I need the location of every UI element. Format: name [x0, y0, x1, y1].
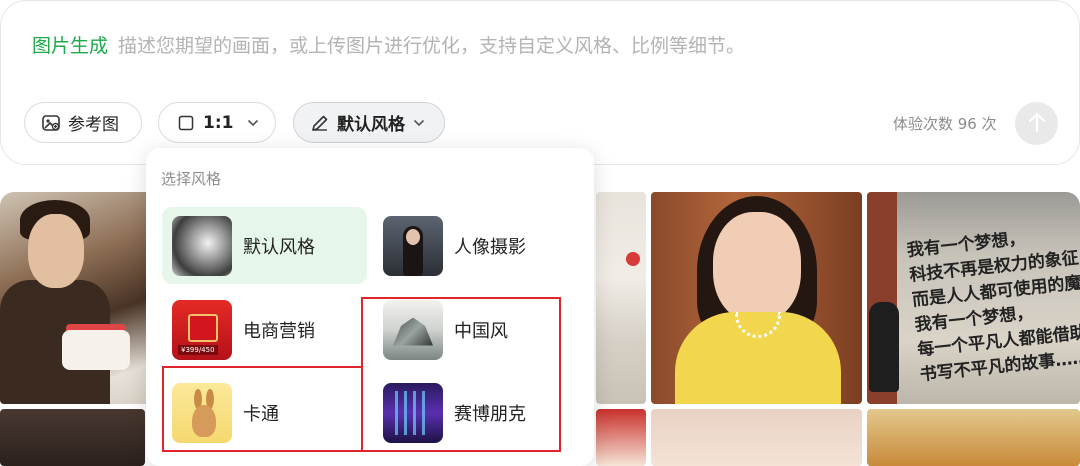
square-ratio-icon: [176, 113, 196, 133]
style-thumb-default: [172, 215, 232, 276]
send-button[interactable]: [1015, 102, 1058, 145]
mode-label[interactable]: 图片生成: [32, 35, 108, 57]
reference-image-label: 参考图: [68, 115, 119, 135]
prompt-placeholder: 描述您期望的画面，或上传图片进行优化，支持自定义风格、比例等细节。: [118, 35, 746, 57]
prompt-input[interactable]: 图片生成 描述您期望的画面，或上传图片进行优化，支持自定义风格、比例等细节。: [32, 31, 745, 58]
aspect-ratio-select[interactable]: 1:1: [158, 102, 276, 143]
gallery-image-portrait[interactable]: [0, 409, 145, 466]
style-option-ecommerce[interactable]: ¥399/450 电商营销: [162, 291, 367, 368]
style-select-label: 默认风格: [337, 115, 405, 135]
prompt-composer[interactable]: 图片生成 描述您期望的画面，或上传图片进行优化，支持自定义风格、比例等细节。 参考…: [0, 0, 1080, 165]
reference-image-button[interactable]: 参考图: [24, 102, 142, 143]
pen-icon: [310, 113, 330, 133]
dropdown-title: 选择风格: [161, 170, 222, 188]
gallery-image-cat[interactable]: [596, 192, 646, 404]
gallery-image-wedding[interactable]: [0, 192, 150, 404]
gallery-image-yellow-sweater[interactable]: [651, 192, 862, 404]
chevron-down-icon: [247, 116, 259, 130]
aspect-ratio-value: 1:1: [203, 112, 234, 133]
style-option-label: 默认风格: [243, 236, 315, 258]
style-option-label: 人像摄影: [454, 236, 526, 258]
style-select[interactable]: 默认风格: [293, 102, 445, 143]
style-option-portrait[interactable]: 人像摄影: [373, 207, 578, 284]
arrow-up-icon: [1027, 111, 1047, 137]
style-thumb-portrait: [383, 215, 443, 276]
highlight-box: [361, 297, 561, 452]
graffiti-text: 我有一个梦想， 科技不再是权力的象征， 而是人人都可使用的魔法； 我有一个梦想，…: [905, 228, 1080, 386]
gallery-image-mushroom[interactable]: [596, 409, 646, 466]
style-option-label: 电商营销: [243, 320, 315, 342]
style-thumb-ecommerce: ¥399/450: [172, 299, 232, 360]
usage-quota-text: 体验次数 96 次: [893, 115, 997, 133]
gallery-image-house[interactable]: [651, 409, 862, 466]
style-option-default[interactable]: 默认风格: [162, 207, 367, 284]
chevron-down-icon: [413, 116, 425, 130]
highlight-box: [162, 366, 363, 452]
gallery-image-pasta[interactable]: [867, 409, 1080, 466]
ecom-thumb-tag: ¥399/450: [178, 344, 218, 355]
gallery-image-graffiti-wall[interactable]: 我有一个梦想， 科技不再是权力的象征， 而是人人都可使用的魔法； 我有一个梦想，…: [867, 192, 1080, 404]
image-reference-icon: [41, 113, 61, 133]
